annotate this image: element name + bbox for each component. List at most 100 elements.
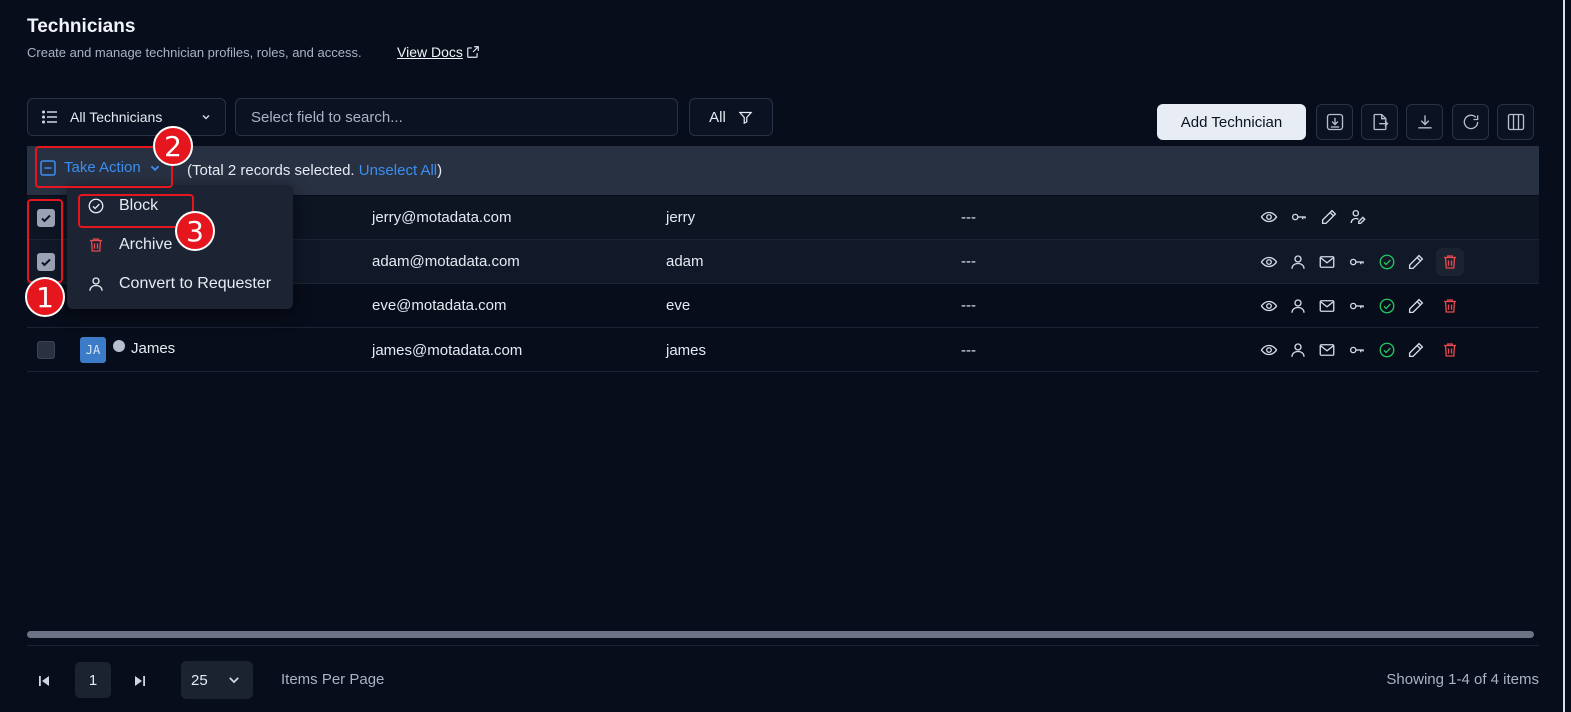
selection-count-text: (Total 2 records selected. [187,162,359,179]
mail-icon[interactable] [1318,297,1336,315]
key-icon[interactable] [1347,297,1367,315]
row-extra: --- [961,342,976,359]
delete-button[interactable] [1436,341,1464,359]
chevron-down-icon [229,677,239,684]
download-button[interactable] [1406,104,1443,140]
import-icon [1326,113,1343,131]
filter-icon [738,111,753,124]
menu-item-archive[interactable]: Archive [87,236,172,254]
annotation-badge-3: 3 [175,211,215,251]
row-email: james@motadata.com [372,342,523,359]
items-per-page-value: 25 [191,671,208,689]
edit-icon[interactable] [1407,297,1425,315]
showing-count: Showing 1-4 of 4 items [1386,671,1539,688]
check-circle-icon[interactable] [1378,253,1396,271]
window-edge [1563,0,1565,712]
page-title: Technicians [27,16,136,37]
highlight-take-action [35,146,173,188]
first-page-button[interactable] [33,670,55,692]
edit-icon[interactable] [1407,253,1425,271]
refresh-icon [1463,114,1478,130]
list-icon [42,110,57,124]
mail-icon[interactable] [1318,341,1336,359]
last-page-button[interactable] [129,670,151,692]
eye-icon[interactable] [1260,297,1278,315]
row-actions [1260,341,1464,359]
items-per-page-label: Items Per Page [281,671,385,688]
page-button-current[interactable]: 1 [75,662,111,698]
search-input[interactable] [235,98,678,136]
row-actions [1260,208,1367,226]
selection-summary: (Total 2 records selected. Unselect All) [187,162,442,179]
delete-button[interactable] [1436,248,1464,276]
download-icon [1417,115,1432,129]
trash-icon [1444,343,1456,357]
check-circle-icon[interactable] [1378,341,1396,359]
columns-icon [1507,113,1524,131]
export-file-button[interactable] [1361,104,1398,140]
row-extra: --- [961,209,976,226]
trash-icon [1444,255,1456,269]
row-email: eve@motadata.com [372,297,507,314]
annotation-badge-2: 2 [153,126,193,166]
export-file-icon [1373,113,1388,131]
row-checkbox[interactable] [37,341,55,359]
annotation-badge-1: 1 [25,277,65,317]
unselect-all-link[interactable]: Unselect All [359,162,437,179]
eye-icon[interactable] [1260,341,1278,359]
row-actions [1260,248,1464,276]
user-icon[interactable] [1289,297,1307,315]
edit-icon[interactable] [1320,208,1338,226]
delete-button[interactable] [1436,297,1464,315]
key-icon[interactable] [1289,208,1309,226]
row-extra: --- [961,297,976,314]
row-username: adam [666,253,704,270]
view-select-label: All Technicians [70,109,163,125]
first-page-icon [39,676,49,686]
row-username: eve [666,297,691,314]
menu-item-convert-to-requester[interactable]: Convert to Requester [87,275,271,293]
highlight-checkboxes [27,199,63,283]
eye-icon[interactable] [1260,208,1278,226]
check-circle-icon[interactable] [1378,297,1396,315]
trash-icon [90,238,102,252]
selection-suffix: ) [437,162,443,179]
horizontal-scrollbar[interactable] [27,631,1534,638]
footer-divider [27,645,1539,646]
menu-item-label: Archive [119,236,173,253]
status-dot [113,340,125,352]
view-select[interactable]: All Technicians [27,98,226,136]
columns-button[interactable] [1497,104,1534,140]
row-username: jerry [666,209,696,226]
eye-icon[interactable] [1260,253,1278,271]
add-technician-button[interactable]: Add Technician [1157,104,1306,140]
avatar: JA [80,337,106,363]
row-email: jerry@motadata.com [372,209,512,226]
items-per-page-select[interactable]: 25 [181,661,253,699]
refresh-button[interactable] [1452,104,1489,140]
row-extra: --- [961,253,976,270]
row-actions [1260,297,1464,315]
filter-button[interactable]: All [689,98,773,136]
key-icon[interactable] [1347,253,1367,271]
import-button[interactable] [1316,104,1353,140]
user-icon[interactable] [1289,341,1307,359]
page-subtitle: Create and manage technician profiles, r… [27,45,362,60]
mail-icon[interactable] [1318,253,1336,271]
key-icon[interactable] [1347,341,1367,359]
filter-label: All [709,108,726,126]
row-username: james [666,342,707,359]
view-docs-label: View Docs [397,44,463,60]
chevron-down-icon [202,114,210,120]
menu-item-label: Convert to Requester [119,275,272,292]
user-edit-icon[interactable] [1349,208,1367,226]
user-icon[interactable] [1289,253,1307,271]
edit-icon[interactable] [1407,341,1425,359]
external-link-icon [467,46,479,58]
view-docs-link[interactable]: View Docs [397,44,480,60]
trash-icon [1444,299,1456,313]
row-name[interactable]: James [131,340,175,357]
row-email: adam@motadata.com [372,253,520,270]
last-page-icon [135,676,145,686]
user-icon [89,277,103,291]
